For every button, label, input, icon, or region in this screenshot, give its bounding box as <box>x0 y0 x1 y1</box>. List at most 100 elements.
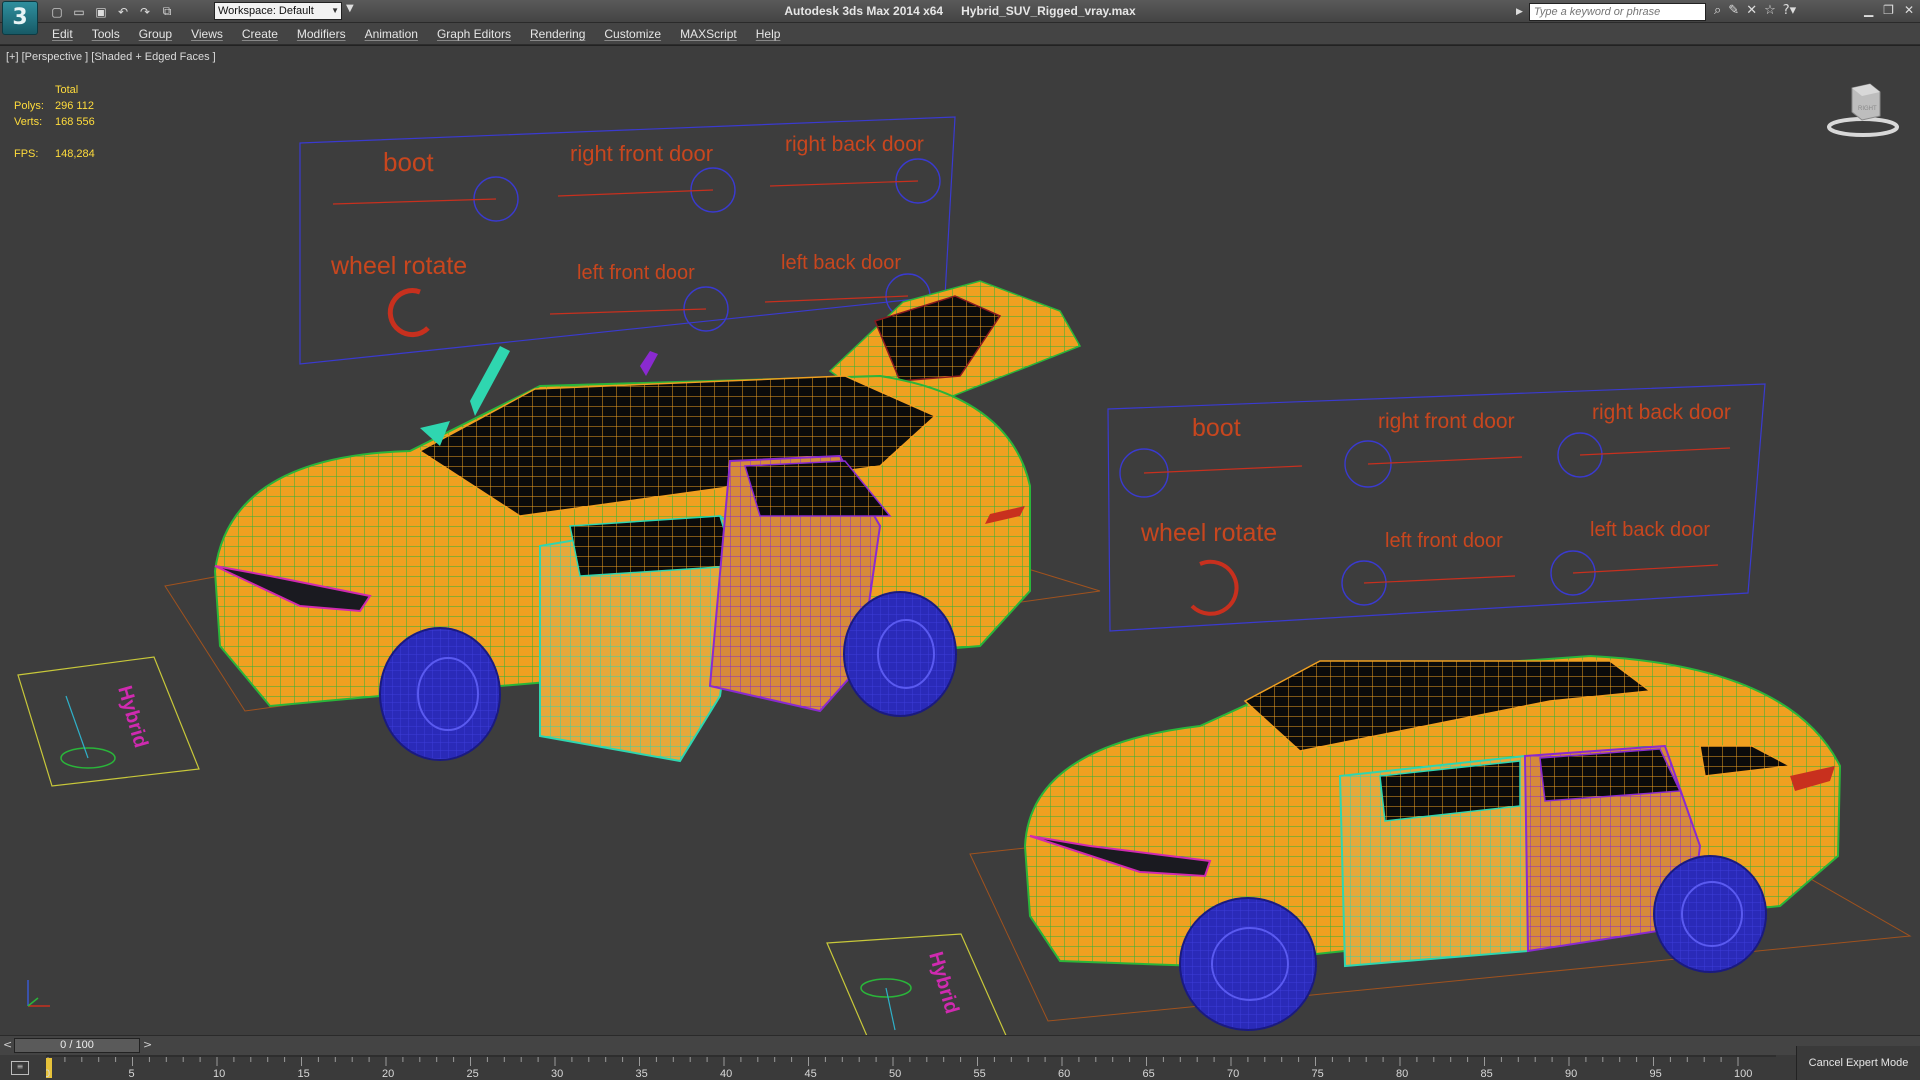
menu-modifiers[interactable]: Modifiers <box>297 27 346 41</box>
rig-panel-left: boot right front door right back door wh… <box>299 116 956 365</box>
next-frame-icon[interactable]: > <box>143 1038 152 1051</box>
new-file-icon[interactable]: ▢ <box>48 3 66 20</box>
track-ticks: 0 5 10 15 20 25 30 35 40 45 50 55 60 65 70 75 80 85 90 95 10… <box>46 1055 1776 1080</box>
wheel-left-front[interactable] <box>379 627 501 761</box>
previous-frame-icon[interactable]: < <box>3 1038 12 1051</box>
exchange-icon[interactable]: ✕ <box>1746 3 1757 18</box>
track-bar[interactable]: ≡ 0 5 10 15 20 25 30 35 40 45 50 55 60 65 70 75 80 85 90 95… <box>0 1055 1920 1080</box>
app-logo-icon: 3 <box>12 5 28 30</box>
time-slider-bar: < 0 / 100 > <box>0 1035 1920 1055</box>
rig-label-left-front-door: left front door <box>577 262 695 284</box>
ground-label-left: Hybrid <box>113 683 152 750</box>
perspective-viewport[interactable]: boot right front door right back door wh… <box>0 45 1920 1035</box>
verts-value: 168 556 <box>55 116 95 128</box>
search-input[interactable] <box>1528 3 1706 21</box>
infocenter-icons: ⌕ ✎ ✕ ☆ ?▾ <box>1714 3 1796 18</box>
ground-label-right: Hybrid <box>924 949 963 1016</box>
time-slider[interactable]: 0 / 100 <box>14 1038 140 1053</box>
app-menu-button[interactable]: 3 <box>2 1 38 35</box>
menu-group[interactable]: Group <box>139 27 172 41</box>
viewport-statistics: Total Polys: 296 112 Verts: 168 556 FPS: 14… <box>14 82 95 162</box>
rig-label-left-front-door-2: left front door <box>1385 530 1503 552</box>
suv-model-left[interactable] <box>213 280 1082 763</box>
tick-label: 70 <box>1227 1068 1239 1080</box>
menu-rendering[interactable]: Rendering <box>530 27 585 41</box>
cancel-expert-mode-button[interactable]: Cancel Expert Mode <box>1796 1046 1920 1080</box>
open-folder-icon[interactable]: ▭ <box>70 3 88 20</box>
tick-label: 100 <box>1734 1068 1752 1080</box>
rig-label-boot: boot <box>383 147 434 177</box>
suv-model-right[interactable] <box>1023 654 1842 1031</box>
restore-icon[interactable]: ❐ <box>1883 3 1894 17</box>
polys-label: Polys: <box>14 100 44 112</box>
communication-center-icon[interactable]: ✎ <box>1728 3 1739 18</box>
ground-marker-left[interactable]: Hybrid <box>17 656 200 787</box>
menu-create[interactable]: Create <box>242 27 278 41</box>
curve-editor-icon[interactable]: ≡ <box>11 1061 29 1075</box>
menu-customize[interactable]: Customize <box>604 27 661 41</box>
verts-label: Verts: <box>14 116 43 128</box>
tick-label: 25 <box>467 1068 479 1080</box>
undo-icon[interactable]: ↶ <box>114 3 132 20</box>
favorites-star-icon[interactable]: ☆ <box>1764 3 1776 18</box>
tick-label: 10 <box>213 1068 225 1080</box>
rotate-arrow-icon[interactable] <box>387 288 430 338</box>
stats-header: Total <box>55 84 79 96</box>
menu-edit[interactable]: Edit <box>52 27 73 41</box>
save-icon[interactable]: ▣ <box>92 3 110 20</box>
menu-maxscript[interactable]: MAXScript <box>680 27 737 41</box>
menu-animation[interactable]: Animation <box>365 27 418 41</box>
rig-label-right-back-door-2: right back door <box>1592 401 1731 424</box>
menu-tools[interactable]: Tools <box>92 27 120 41</box>
viewport-label[interactable]: [+] [Perspective ] [Shaded + Edged Faces… <box>6 51 216 63</box>
quick-access-toolbar: ▢ ▭ ▣ ↶ ↷ ⧉ <box>48 3 176 20</box>
rig-controllers-left[interactable] <box>473 158 941 332</box>
redo-icon[interactable]: ↷ <box>136 3 154 20</box>
tick-label: 45 <box>805 1068 817 1080</box>
ground-marker-right[interactable]: Hybrid <box>826 933 1008 1035</box>
toolbar-overflow-icon[interactable]: ▼ <box>346 3 354 14</box>
window-controls: ▁ ❐ ✕ <box>1864 3 1914 17</box>
minimize-icon[interactable]: ▁ <box>1864 3 1873 17</box>
close-icon[interactable]: ✕ <box>1904 3 1914 17</box>
app-title: Autodesk 3ds Max 2014 x64 <box>784 4 944 18</box>
menu-bar: Edit Tools Group Views Create Modifiers … <box>0 23 1920 45</box>
workspace-label: Workspace: Default <box>218 5 314 17</box>
rig-label-right-front-door: right front door <box>570 141 713 166</box>
axis-tripod-icon <box>27 980 50 1007</box>
wheel-right-front[interactable] <box>1179 897 1317 1031</box>
rig-label-wheel-rotate: wheel rotate <box>330 252 467 280</box>
tick-label: 60 <box>1058 1068 1070 1080</box>
rig-label-left-back-door-2: left back door <box>1590 519 1710 541</box>
workspace-dropdown[interactable]: Workspace: Default ▼ <box>214 2 342 20</box>
rig-label-boot-2: boot <box>1192 414 1241 442</box>
binoculars-icon[interactable]: ⌕ <box>1714 3 1721 18</box>
expand-arrow-icon[interactable]: ▶ <box>1516 7 1523 17</box>
project-folder-icon[interactable]: ⧉ <box>158 3 176 20</box>
title-bar: 3 ▢ ▭ ▣ ↶ ↷ ⧉ Workspace: Default ▼ ▼ Auto… <box>0 0 1920 35</box>
tick-label: 5 <box>129 1068 135 1080</box>
viewcube[interactable]: RIGHT <box>1826 80 1900 140</box>
tick-label: 15 <box>298 1068 310 1080</box>
rig-label-right-back-door: right back door <box>785 133 924 156</box>
tick-label: 95 <box>1650 1068 1662 1080</box>
viewcube-face-label: RIGHT <box>1858 106 1877 112</box>
rig-label-wheel-rotate-2: wheel rotate <box>1140 519 1277 547</box>
fps-label: FPS: <box>14 148 39 160</box>
chevron-down-icon: ▼ <box>331 6 339 15</box>
rig-panel-right: boot right front door right back door wh… <box>1107 383 1766 632</box>
menu-graph-editors[interactable]: Graph Editors <box>437 27 511 41</box>
polys-value: 296 112 <box>55 100 94 112</box>
wheel-left-rear[interactable] <box>843 591 957 717</box>
wheel-right-rear[interactable] <box>1653 855 1767 973</box>
help-icon[interactable]: ?▾ <box>1783 3 1796 18</box>
fps-value: 148,284 <box>55 148 95 160</box>
tick-label: 55 <box>974 1068 986 1080</box>
tick-label: 35 <box>636 1068 648 1080</box>
rotate-arrow-icon-2[interactable] <box>1190 559 1239 616</box>
tick-label: 40 <box>720 1068 732 1080</box>
menu-help[interactable]: Help <box>756 27 781 41</box>
menu-views[interactable]: Views <box>191 27 223 41</box>
infocenter: ▶ <box>1516 3 1706 21</box>
tick-label: 85 <box>1481 1068 1493 1080</box>
